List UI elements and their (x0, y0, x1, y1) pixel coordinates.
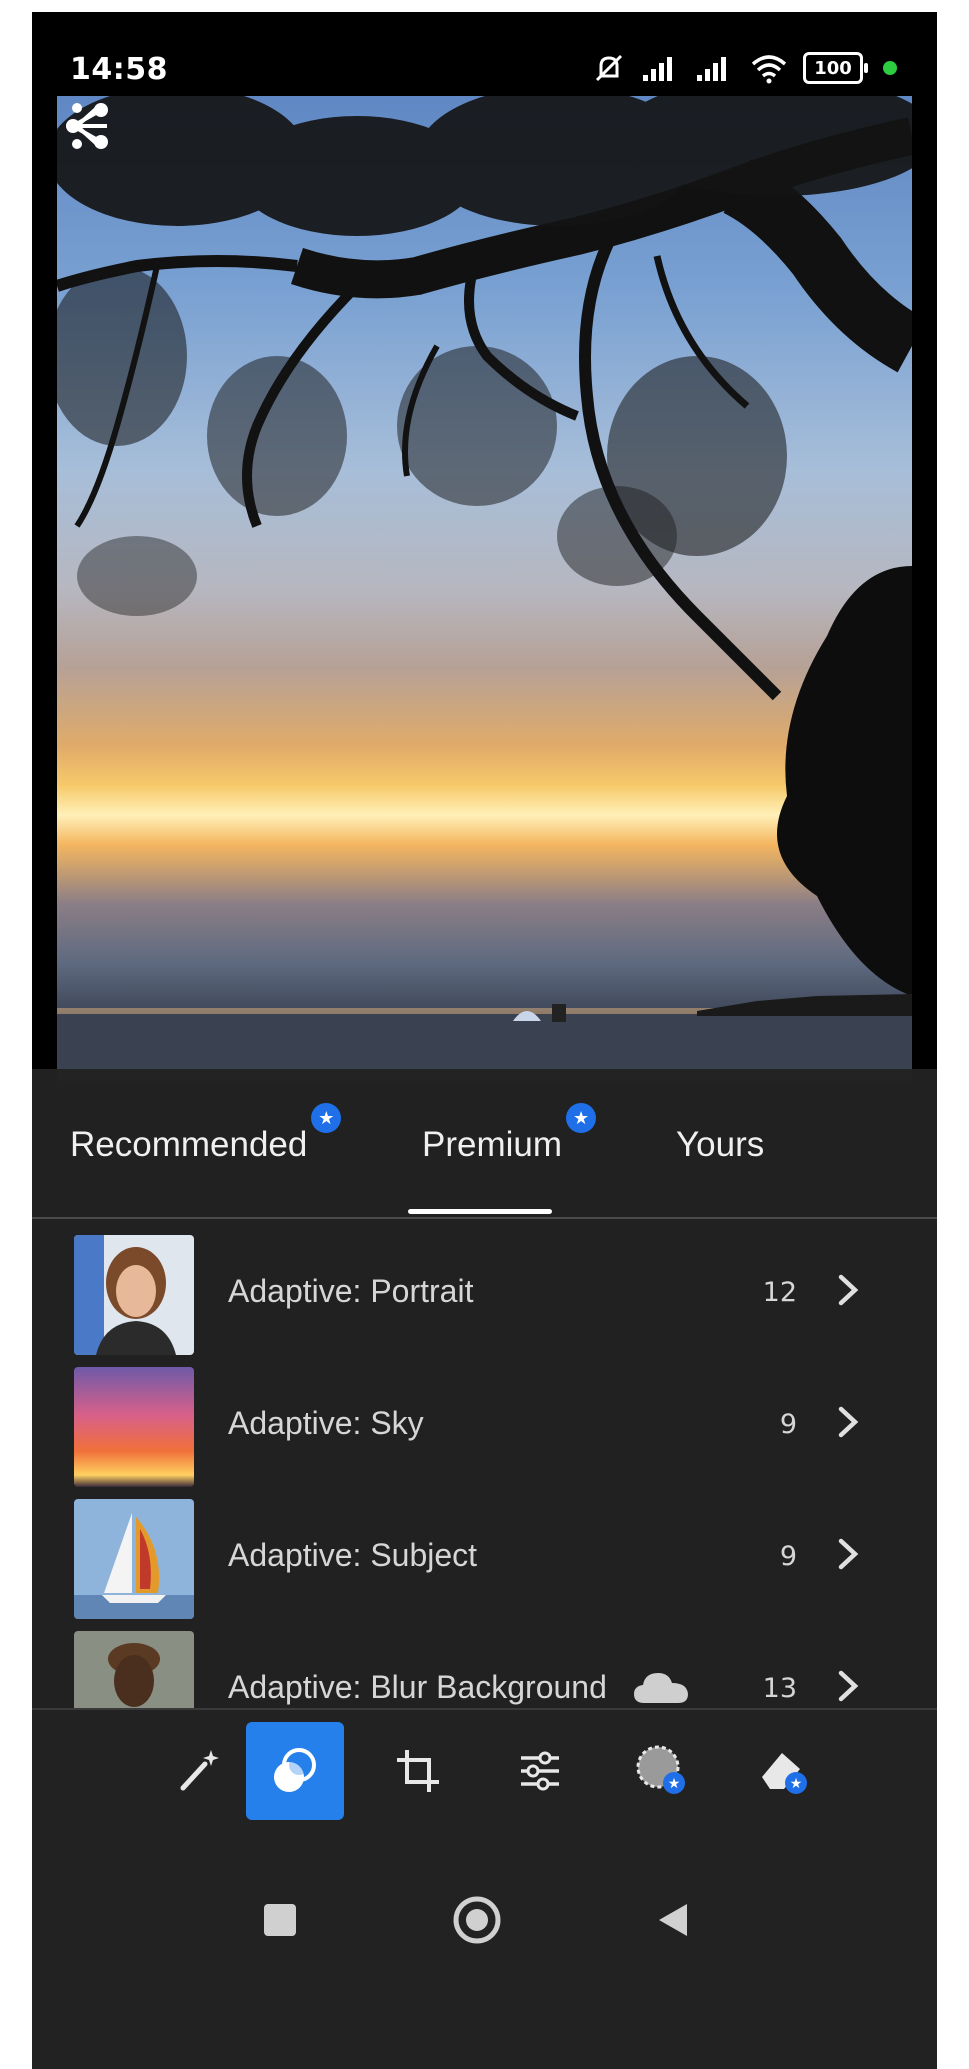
svg-text:★: ★ (790, 1776, 803, 1792)
preset-count: 12 (762, 1277, 797, 1308)
crop-button[interactable] (369, 1722, 467, 1820)
auto-wand-button[interactable] (149, 1722, 247, 1820)
preset-list: Adaptive: Portrait 12 Adaptive: Sky 9 Ad… (32, 1229, 937, 1757)
home-icon[interactable] (451, 1894, 503, 1946)
preset-item-portrait[interactable]: Adaptive: Portrait 12 (32, 1229, 937, 1361)
preset-item-sky[interactable]: Adaptive: Sky 9 (32, 1361, 937, 1493)
photo-preview[interactable] (57, 96, 912, 1081)
preset-label: Adaptive: Blur Background (228, 1669, 607, 1705)
preset-item-subject[interactable]: Adaptive: Subject 9 (32, 1493, 937, 1625)
adjust-sliders-icon (521, 1751, 559, 1791)
premium-star-icon: ★ (311, 1103, 342, 1133)
system-nav-bar (32, 1850, 937, 2069)
preset-thumbnail-sky (74, 1367, 194, 1487)
back-icon[interactable] (653, 1900, 693, 1940)
more-vert-icon[interactable] (57, 96, 97, 156)
preset-thumbnail-portrait (74, 1235, 194, 1355)
signal-icon-2 (697, 57, 726, 81)
signal-icon (643, 57, 672, 81)
phone-screen: 14:58 100 Recommended ★ Premium ★ Yours … (32, 12, 937, 2069)
chevron-right-icon (838, 1670, 859, 1702)
tab-yours[interactable]: Yours (676, 1125, 764, 1165)
wifi-icon (751, 55, 787, 84)
svg-text:★: ★ (668, 1776, 681, 1792)
healing-button[interactable]: ★ (735, 1722, 833, 1820)
mute-bell-icon (595, 54, 623, 82)
chevron-right-icon (838, 1274, 859, 1306)
auto-wand-icon (180, 1750, 219, 1791)
tab-recommended[interactable]: Recommended ★ (70, 1103, 342, 1165)
premium-star-icon: ★ (566, 1103, 597, 1133)
chevron-right-icon (838, 1406, 859, 1438)
masking-icon: ★ (636, 1745, 685, 1794)
preset-label: Adaptive: Subject (228, 1537, 478, 1573)
healing-icon: ★ (762, 1753, 807, 1794)
preset-label: Adaptive: Sky (228, 1405, 424, 1441)
preset-label: Adaptive: Portrait (228, 1273, 474, 1309)
presets-button[interactable] (246, 1722, 344, 1820)
crop-icon (397, 1750, 439, 1792)
edit-toolbar: ★ ★ (32, 1708, 937, 1850)
privacy-dot-icon (883, 61, 897, 75)
preset-count: 13 (762, 1673, 797, 1704)
tab-premium[interactable]: Premium ★ (422, 1103, 597, 1165)
cloud-download-icon (634, 1673, 688, 1703)
presets-icon (274, 1748, 316, 1792)
adjust-button[interactable] (491, 1722, 589, 1820)
status-bar: 14:58 100 (32, 12, 937, 96)
masking-button[interactable]: ★ (613, 1722, 711, 1820)
status-time: 14:58 (70, 52, 168, 87)
chevron-right-icon (838, 1538, 859, 1570)
preset-count: 9 (779, 1541, 797, 1572)
status-icons: 100 (591, 52, 897, 84)
preset-thumbnail-subject (74, 1499, 194, 1619)
tab-selected-indicator (408, 1209, 552, 1214)
preset-tabs: Recommended ★ Premium ★ Yours (32, 1069, 937, 1219)
preset-count: 9 (779, 1409, 797, 1440)
battery-indicator: 100 (803, 52, 868, 84)
tree-silhouette (57, 96, 912, 1081)
recent-apps-icon[interactable] (260, 1900, 300, 1940)
presets-panel: Recommended ★ Premium ★ Yours Adaptive: … (32, 1069, 937, 1789)
